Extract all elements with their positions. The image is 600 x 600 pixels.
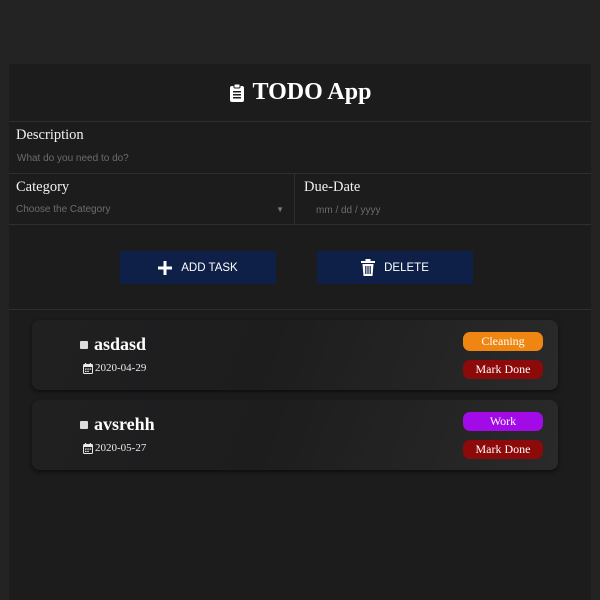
add-task-button[interactable]: ADD TASK: [120, 251, 276, 284]
due-date-label: Due-Date: [304, 179, 361, 195]
category-due-row: Category Choose the Category ▼ Due-Date …: [9, 174, 591, 225]
calendar-icon: [83, 442, 93, 454]
delete-label: DELETE: [384, 261, 429, 274]
due-date-input[interactable]: mm / dd / yyyy: [304, 205, 582, 216]
category-select[interactable]: Choose the Category ▼: [16, 204, 287, 215]
calendar-icon: [83, 362, 93, 374]
task-date-text: 2020-05-27: [95, 442, 147, 454]
app-title-text: TODO App: [252, 79, 372, 105]
task-checkbox[interactable]: [80, 340, 88, 349]
task-title: avsrehh: [80, 414, 155, 435]
header: TODO App: [9, 64, 591, 122]
mark-done-button[interactable]: Mark Done: [463, 440, 543, 459]
task-title: asdasd: [80, 334, 146, 355]
task-card: avsrehh 2020-05-27 Work Mark Done: [32, 400, 558, 470]
delete-button[interactable]: DELETE: [317, 251, 473, 284]
category-badge: Cleaning: [463, 332, 543, 351]
task-due-date: 2020-05-27: [83, 442, 146, 454]
due-date-section: Due-Date mm / dd / yyyy: [295, 174, 591, 224]
plus-icon: [158, 260, 173, 275]
category-placeholder: Choose the Category: [16, 204, 111, 215]
description-label: Description: [16, 127, 84, 143]
page-title: TODO App: [229, 79, 372, 106]
task-name-text: avsrehh: [94, 414, 155, 434]
add-task-label: ADD TASK: [181, 261, 238, 274]
task-card: asdasd 2020-04-29 Cleaning Mark Done: [32, 320, 558, 390]
trash-icon: [361, 259, 376, 276]
description-section: Description: [9, 122, 591, 174]
task-due-date: 2020-04-29: [83, 362, 146, 374]
category-section: Category Choose the Category ▼: [9, 174, 295, 224]
category-label: Category: [16, 179, 70, 195]
caret-down-icon: ▼: [276, 205, 284, 214]
description-input[interactable]: [16, 153, 584, 164]
mark-done-button[interactable]: Mark Done: [463, 360, 543, 379]
todo-app-panel: TODO App Description Category Choose the…: [9, 64, 591, 600]
clipboard-icon: [229, 83, 244, 102]
task-checkbox[interactable]: [80, 420, 88, 429]
category-badge: Work: [463, 412, 543, 431]
task-date-text: 2020-04-29: [95, 362, 147, 374]
action-buttons-row: ADD TASK DELETE: [9, 225, 591, 310]
task-name-text: asdasd: [94, 334, 147, 354]
